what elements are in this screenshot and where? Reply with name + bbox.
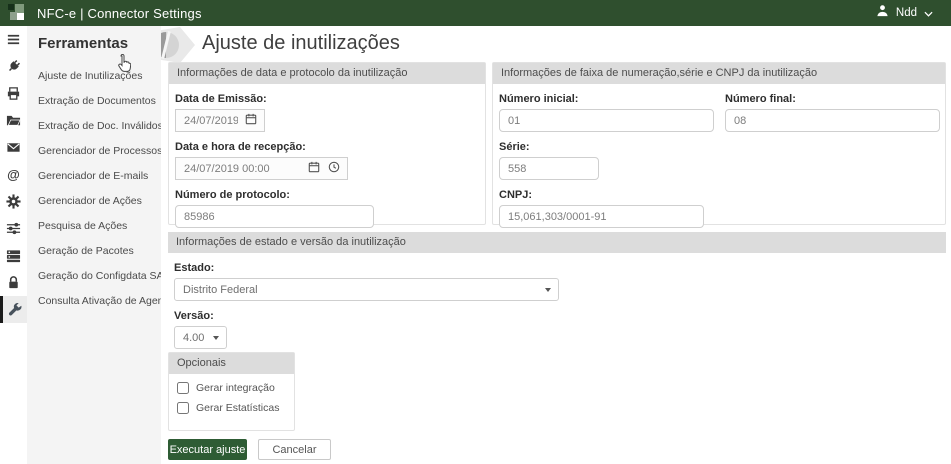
version-select-value: 4.00 xyxy=(183,332,213,344)
user-menu[interactable]: Ndd xyxy=(876,4,933,22)
sidebar-item-extracao-documentos[interactable]: Extração de Documentos xyxy=(27,89,161,114)
calendar-icon[interactable] xyxy=(308,161,320,176)
sidebar-item-extracao-doc-invalidos[interactable]: Extração de Doc. Inválidos xyxy=(27,114,161,139)
version-label: Versão: xyxy=(174,310,946,322)
cnpj-label: CNPJ: xyxy=(499,189,945,201)
protocol-number-label: Número de protocolo: xyxy=(175,189,485,201)
printer-icon[interactable] xyxy=(0,80,27,107)
reception-datetime-label: Data e hora de recepção: xyxy=(175,141,485,153)
state-select[interactable]: Distrito Federal xyxy=(174,278,559,301)
end-number-value[interactable] xyxy=(734,110,939,131)
sidebar-item-gerenciador-processos[interactable]: Gerenciador de Processos xyxy=(27,139,161,164)
sidebar-title: Ferramentas xyxy=(27,26,161,52)
execute-adjustment-button[interactable]: Executar ajuste xyxy=(168,439,247,460)
version-select[interactable]: 4.00 xyxy=(174,326,227,349)
clock-icon[interactable] xyxy=(328,161,340,176)
lock-icon[interactable] xyxy=(0,269,27,296)
generate-integration-option[interactable]: Gerar integração xyxy=(177,382,294,394)
emission-date-label: Data de Emissão: xyxy=(175,93,485,105)
cnpj-value[interactable] xyxy=(508,206,703,227)
generate-integration-checkbox[interactable] xyxy=(177,382,189,394)
app-window: NFC-e | Connector Settings Ndd @ xyxy=(0,0,951,464)
generate-integration-label: Gerar integração xyxy=(196,382,275,394)
main-content: Ajuste de inutilizações Informações de d… xyxy=(161,26,951,464)
series-value[interactable] xyxy=(508,158,598,179)
sidebar-item-geracao-pacotes[interactable]: Geração de Pacotes xyxy=(27,239,161,264)
series-input[interactable] xyxy=(499,157,599,180)
generate-statistics-label: Gerar Estatísticas xyxy=(196,402,279,414)
emission-date-input[interactable] xyxy=(175,109,265,132)
top-bar: NFC-e | Connector Settings Ndd xyxy=(0,0,951,26)
series-label: Série: xyxy=(499,141,945,153)
at-sign-icon[interactable]: @ xyxy=(0,161,27,188)
chevron-down-icon xyxy=(924,4,933,22)
plug-icon[interactable] xyxy=(0,53,27,80)
wrench-icon[interactable] xyxy=(0,296,27,323)
state-label: Estado: xyxy=(174,262,946,274)
sidebar-item-gerenciador-emails[interactable]: Gerenciador de E-mails xyxy=(27,164,161,189)
panel-date-protocol: Informações de data e protocolo da inuti… xyxy=(168,62,486,225)
state-select-value: Distrito Federal xyxy=(183,284,545,296)
end-number-input[interactable] xyxy=(725,109,940,132)
generate-statistics-checkbox[interactable] xyxy=(177,402,189,414)
sidebar-item-gerenciador-acoes[interactable]: Gerenciador de Ações xyxy=(27,189,161,214)
sidebar-item-geracao-configdata-sat[interactable]: Geração do Configdata SAT xyxy=(27,264,161,289)
start-number-input[interactable] xyxy=(499,109,714,132)
generate-statistics-option[interactable]: Gerar Estatísticas xyxy=(177,402,294,414)
page-ornament-icon xyxy=(161,27,199,63)
cnpj-input[interactable] xyxy=(499,205,704,228)
sidebar: Ferramentas Ajuste de Inutilizações Extr… xyxy=(27,26,161,464)
dropdown-arrow-icon xyxy=(545,288,551,292)
panel-range-cnpj: Informações de faixa de numeração,série … xyxy=(492,62,946,225)
app-title: NFC-e | Connector Settings xyxy=(37,6,202,21)
server-icon[interactable] xyxy=(0,242,27,269)
panel-optionals: Opcionais Gerar integração Gerar Estatís… xyxy=(168,352,295,431)
menu-icon[interactable] xyxy=(0,26,27,53)
protocol-number-value[interactable] xyxy=(184,206,373,227)
emission-date-value[interactable] xyxy=(184,110,238,131)
icon-rail: @ xyxy=(0,26,27,464)
gear-icon[interactable] xyxy=(0,188,27,215)
cancel-button[interactable]: Cancelar xyxy=(258,439,331,460)
app-logo-icon xyxy=(8,4,26,22)
user-name: Ndd xyxy=(896,7,917,19)
calendar-icon[interactable] xyxy=(245,113,257,128)
panel-optionals-title: Opcionais xyxy=(169,353,294,374)
sidebar-item-ajuste-inutilizacoes[interactable]: Ajuste de Inutilizações xyxy=(27,64,161,89)
sidebar-item-pesquisa-acoes[interactable]: Pesquisa de Ações xyxy=(27,214,161,239)
start-number-label: Número inicial: xyxy=(499,93,719,105)
panel-date-protocol-title: Informações de data e protocolo da inuti… xyxy=(169,63,485,84)
dropdown-arrow-icon xyxy=(213,336,219,340)
panel-range-cnpj-title: Informações de faixa de numeração,série … xyxy=(493,63,945,84)
folder-icon[interactable] xyxy=(0,107,27,134)
reception-datetime-input[interactable] xyxy=(175,157,348,180)
reception-datetime-value[interactable] xyxy=(184,158,301,179)
start-number-value[interactable] xyxy=(508,110,713,131)
sidebar-item-consulta-ativacao-agente[interactable]: Consulta Ativação de Agente xyxy=(27,289,161,314)
envelope-icon[interactable] xyxy=(0,134,27,161)
sliders-icon[interactable] xyxy=(0,215,27,242)
panel-state-version-title: Informações de estado e versão da inutil… xyxy=(168,232,946,253)
end-number-label: Número final: xyxy=(725,93,945,105)
user-icon xyxy=(876,4,889,22)
panel-state-version: Informações de estado e versão da inutil… xyxy=(168,232,946,345)
protocol-number-input[interactable] xyxy=(175,205,374,228)
page-title: Ajuste de inutilizações xyxy=(202,32,400,55)
